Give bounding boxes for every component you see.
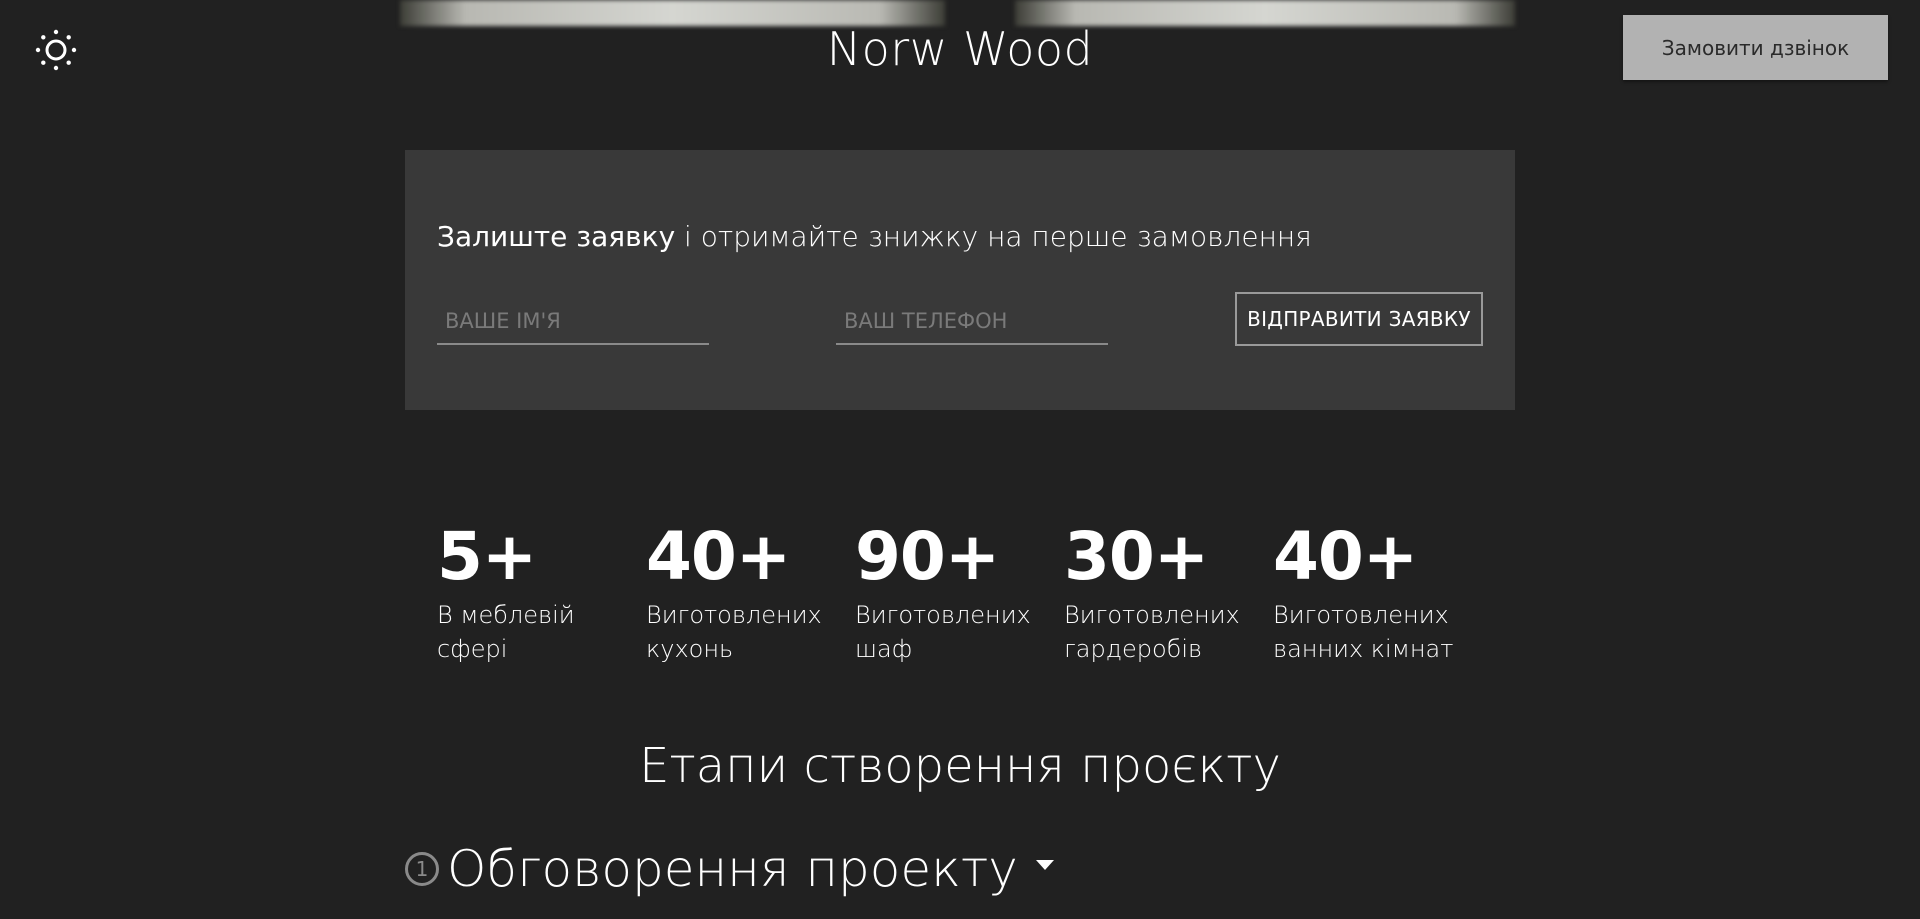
stat-label-line: сфері	[437, 635, 508, 663]
page: Norw Wood Замовити дзвінок Залиште заявк…	[0, 0, 1920, 919]
stat-label-line: Виготовлених	[1064, 601, 1240, 629]
stat-label-line: В меблевій	[437, 601, 575, 629]
lead-form-panel: Залиште заявку і отримайте знижку на пер…	[405, 150, 1515, 410]
stat-value: 30+	[1064, 518, 1209, 595]
stat-label-line: Виготовлених	[855, 601, 1031, 629]
stats-row: 5+ В меблевій сфері 40+ Виготовлених кухон…	[437, 520, 1482, 666]
stat-label-line: гардеробів	[1064, 635, 1203, 663]
stage-number-badge: 1	[405, 852, 439, 886]
stat-label: Виготовлених шаф	[855, 598, 1064, 666]
stat-label: Виготовлених ванних кімнат	[1273, 598, 1482, 666]
stat-item: 30+ Виготовлених гардеробів	[1064, 520, 1273, 666]
lead-form-heading-strong: Залиште заявку	[437, 220, 676, 253]
phone-input[interactable]	[836, 298, 1108, 343]
sun-icon	[35, 29, 77, 71]
theme-toggle-button[interactable]	[32, 28, 80, 72]
stat-label: В меблевій сфері	[437, 598, 646, 666]
caret-down-icon	[1035, 860, 1054, 870]
stages-section-title: Етапи створення проєкту	[639, 738, 1281, 794]
stat-value: 40+	[646, 518, 791, 595]
stat-label-line: кухонь	[646, 635, 734, 663]
stat-label-line: ванних кімнат	[1273, 635, 1454, 663]
name-input[interactable]	[437, 298, 709, 343]
stat-item: 40+ Виготовлених ванних кімнат	[1273, 520, 1482, 666]
stage-label: Обговорення проекту	[447, 840, 1018, 898]
stat-label-line: Виготовлених	[646, 601, 822, 629]
stage-accordion-item[interactable]: 1 Обговорення проекту	[405, 840, 1054, 898]
stat-value: 40+	[1273, 518, 1418, 595]
stat-label-line: шаф	[855, 635, 913, 663]
name-field	[437, 298, 709, 345]
lead-form-heading-rest: і отримайте знижку на перше замовлення	[675, 220, 1312, 253]
stat-item: 90+ Виготовлених шаф	[855, 520, 1064, 666]
stat-value: 5+	[437, 518, 537, 595]
stat-label: Виготовлених кухонь	[646, 598, 855, 666]
stat-label: Виготовлених гардеробів	[1064, 598, 1273, 666]
order-call-button[interactable]: Замовити дзвінок	[1623, 15, 1888, 80]
stat-item: 40+ Виготовлених кухонь	[646, 520, 855, 666]
stat-item: 5+ В меблевій сфері	[437, 520, 646, 666]
stat-label-line: Виготовлених	[1273, 601, 1449, 629]
submit-request-button[interactable]: ВІДПРАВИТИ ЗАЯВКУ	[1235, 292, 1483, 346]
phone-field	[836, 298, 1108, 345]
lead-form-heading: Залиште заявку і отримайте знижку на пер…	[437, 220, 1312, 253]
stat-value: 90+	[855, 518, 1000, 595]
brand-logo-text[interactable]: Norw Wood	[760, 22, 1160, 76]
